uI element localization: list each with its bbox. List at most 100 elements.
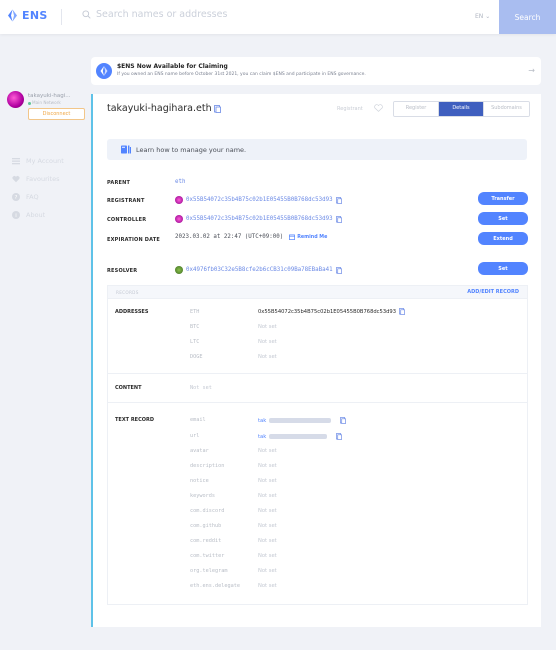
info-icon: i [12, 211, 20, 219]
name-title: takayuki-hagihara.eth [107, 103, 221, 114]
heart-icon [12, 175, 20, 183]
records-title: RECORDS [116, 290, 139, 295]
address-avatar [175, 215, 183, 223]
resolver-set-button[interactable]: Set [478, 262, 528, 275]
address-avatar [175, 266, 183, 274]
address-key: LTC [190, 339, 200, 345]
learn-text: Learn how to manage your name. [136, 145, 247, 154]
address-key: ETH [190, 309, 200, 315]
copy-icon[interactable] [336, 433, 343, 440]
controller-value[interactable]: 0x55B54072c35b4B75c02b1E05455B0B768dc53d… [175, 215, 342, 223]
parent-value[interactable]: eth [175, 179, 185, 185]
text-record-value[interactable]: tak [258, 417, 347, 424]
svg-text:?: ? [15, 195, 18, 201]
avatar[interactable] [7, 91, 24, 108]
sidebar-item-label: FAQ [26, 193, 39, 201]
section-divider [108, 402, 527, 403]
tab-details[interactable]: Details [439, 102, 484, 116]
ens-logo[interactable]: ENS [6, 9, 48, 22]
question-icon: ? [12, 193, 20, 201]
address-value[interactable]: 0x55B54072c35b4B75c02b1E05455B0B768dc53d… [258, 308, 405, 315]
registrant-address[interactable]: 0x55B54072c35b4B75c02b1E05455B0B768dc53d… [186, 197, 333, 203]
ens-logo-icon [8, 9, 17, 22]
text-record-value: Not set [258, 508, 277, 514]
sidebar-item-favourites[interactable]: Favourites [12, 170, 64, 188]
text-record-key: com.discord [190, 508, 225, 514]
eth-address[interactable]: 0x55B54072c35b4B75c02b1E05455B0B768dc53d… [258, 309, 396, 315]
arrow-right-icon: → [528, 66, 535, 75]
address-value: Not set [258, 354, 277, 360]
resolver-label: RESOLVER [107, 268, 138, 274]
search-button[interactable]: Search [499, 0, 556, 34]
text-record-key: url [190, 433, 200, 439]
tab-register[interactable]: Register [394, 102, 439, 116]
email-value[interactable]: tak [258, 418, 266, 424]
remind-me-button[interactable]: Remind Me [289, 234, 327, 240]
address-value: Not set [258, 324, 277, 330]
text-record-label: TEXT RECORD [115, 417, 155, 423]
sidebar-item-label: Favourites [26, 175, 60, 183]
disconnect-button[interactable]: Disconnect [28, 108, 85, 120]
text-record-key: keywords [190, 493, 215, 499]
banner-title: $ENS Now Available for Claiming [117, 63, 228, 70]
sidebar-item-about[interactable]: i About [12, 206, 64, 224]
sidebar-item-faq[interactable]: ? FAQ [12, 188, 64, 206]
copy-icon[interactable] [335, 196, 342, 204]
address-value: Not set [258, 339, 277, 345]
text-record-key: eth.ens.delegate [190, 583, 240, 589]
remind-me-label: Remind Me [297, 234, 328, 240]
ens-token-icon [96, 63, 112, 79]
copy-icon[interactable] [340, 417, 347, 424]
account-name: takayuki-hagi... [28, 93, 71, 99]
resolver-value[interactable]: 0x4976fb03C32e5B8cfe2b6cCB31c09Ba78EBaBa… [175, 266, 342, 274]
content-label: CONTENT [115, 385, 142, 391]
text-record-value: Not set [258, 538, 277, 544]
text-record-value: Not set [258, 568, 277, 574]
copy-icon[interactable] [335, 215, 342, 223]
ens-logo-text: ENS [22, 9, 48, 22]
text-record-value: Not set [258, 553, 277, 559]
copy-icon[interactable] [399, 308, 405, 315]
text-record-value: Not set [258, 583, 277, 589]
extend-button[interactable]: Extend [478, 232, 528, 245]
expiration-value: 2023.03.02 at 22:47 (UTC+09:00) Remind M… [175, 234, 327, 240]
registrant-label: REGISTRANT [107, 198, 145, 204]
transfer-button[interactable]: Transfer [478, 192, 528, 205]
parent-label: PARENT [107, 180, 131, 186]
url-value[interactable]: tak [258, 434, 266, 440]
sidebar-item-label: About [26, 211, 46, 219]
parent-link[interactable]: eth [175, 179, 185, 185]
text-record-key: com.reddit [190, 538, 222, 544]
sidebar-item-label: My Account [26, 157, 64, 165]
book-icon [121, 145, 131, 154]
controller-set-button[interactable]: Set [478, 212, 528, 225]
sidebar-nav: My Account Favourites ? FAQ i About [12, 152, 64, 224]
claim-banner[interactable]: $ENS Now Available for Claiming If you o… [91, 57, 541, 85]
search-bar [82, 9, 396, 20]
copy-icon[interactable] [335, 266, 342, 274]
copy-icon[interactable] [213, 104, 221, 113]
address-avatar [175, 196, 183, 204]
registrant-value[interactable]: 0x55B54072c35b4B75c02b1E05455B0B768dc53d… [175, 196, 342, 204]
add-edit-record-button[interactable]: ADD/EDIT RECORD [467, 289, 519, 295]
favourite-heart-icon[interactable] [374, 104, 383, 114]
sidebar-item-my-account[interactable]: My Account [12, 152, 64, 170]
tab-subdomains[interactable]: Subdomains [484, 102, 529, 116]
address-key: BTC [190, 324, 200, 330]
addresses-label: ADDRESSES [115, 309, 149, 315]
text-record-key: com.github [190, 523, 222, 529]
controller-address[interactable]: 0x55B54072c35b4B75c02b1E05455B0B768dc53d… [186, 216, 333, 222]
calendar-icon [289, 234, 296, 240]
section-divider [108, 373, 527, 374]
language-select[interactable]: EN ⌄ [475, 13, 490, 20]
text-record-value: Not set [258, 493, 277, 499]
text-record-value: Not set [258, 463, 277, 469]
language-label: EN [475, 13, 484, 20]
text-record-value[interactable]: tak [258, 433, 343, 440]
resolver-address[interactable]: 0x4976fb03C32e5B8cfe2b6cCB31c09Ba78EBaBa… [186, 267, 333, 273]
text-record-key: avatar [190, 448, 209, 454]
registrant-indicator: Registrant [337, 106, 363, 112]
search-input[interactable] [96, 9, 396, 20]
text-record-value: Not set [258, 478, 277, 484]
learn-manage-link[interactable]: Learn how to manage your name. [107, 139, 527, 160]
